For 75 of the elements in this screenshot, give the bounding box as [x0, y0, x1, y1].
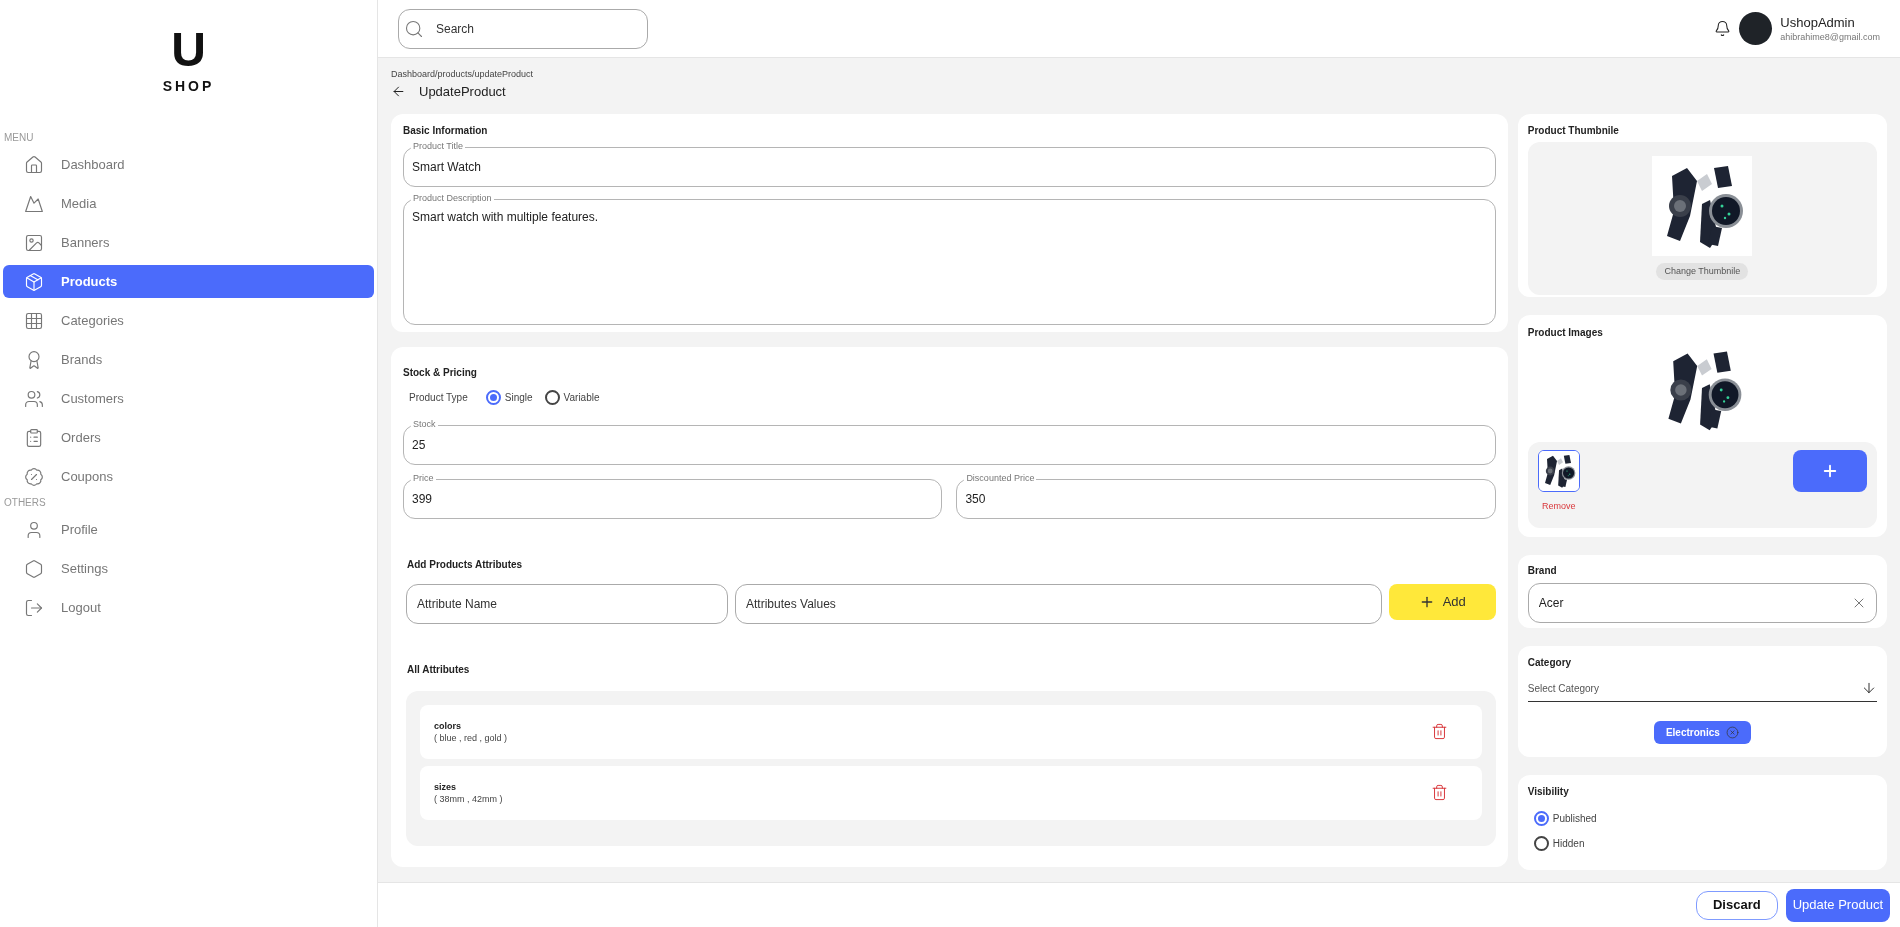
- logo-text: SHOP: [162, 77, 215, 96]
- mountain-icon: [24, 193, 44, 214]
- radio-button[interactable]: [1533, 835, 1549, 851]
- field-label: Discounted Price: [964, 471, 1037, 484]
- field-label: Stock: [411, 417, 438, 430]
- logout-icon: [24, 597, 44, 618]
- user-email: ahibrahime8@gmail.com: [1780, 30, 1880, 43]
- search-icon: [404, 18, 424, 39]
- user-name: UshopAdmin: [1780, 14, 1856, 31]
- section-title: Visibility: [1527, 784, 1570, 799]
- sidebar-item[interactable]: Brands: [3, 343, 374, 376]
- section-heading: OTHERS: [3, 496, 47, 510]
- grid-icon: [24, 310, 44, 331]
- attribute-values-field[interactable]: Attributes Values: [735, 583, 1382, 624]
- radio-button[interactable]: [1533, 810, 1549, 826]
- section-heading: MENU: [3, 131, 35, 145]
- update-product-button[interactable]: Update Product: [1785, 888, 1890, 922]
- notification-bell-icon[interactable]: [1714, 20, 1732, 37]
- radio-label: Hidden: [1552, 836, 1585, 851]
- sidebar-item[interactable]: Media: [3, 187, 374, 220]
- section-title: Stock & Pricing: [403, 365, 478, 380]
- sidebar-item[interactable]: Logout: [3, 591, 374, 624]
- change-thumbnail-button[interactable]: Change Thumbnile: [1656, 262, 1749, 280]
- delete-icon[interactable]: [1430, 723, 1448, 740]
- sidebar-item[interactable]: Orders: [3, 421, 374, 454]
- radio-label: Single: [504, 390, 533, 405]
- discard-button[interactable]: Discard: [1695, 890, 1778, 920]
- page-title: UpdateProduct: [419, 83, 506, 101]
- radio-label: Published: [1552, 811, 1597, 826]
- image-icon: [24, 232, 44, 253]
- avatar[interactable]: [1739, 12, 1773, 45]
- section-title: Basic Information: [403, 123, 489, 138]
- category-chip[interactable]: Electronics: [1653, 720, 1751, 744]
- sidebar-item[interactable]: Settings: [3, 552, 374, 585]
- image-thumbnail[interactable]: [1537, 449, 1580, 492]
- radio-button[interactable]: [485, 389, 501, 405]
- remove-link[interactable]: Remove: [1542, 499, 1576, 513]
- box-icon: [24, 271, 44, 292]
- brand-field[interactable]: Acer: [1527, 582, 1877, 623]
- sidebar-item[interactable]: Profile: [3, 513, 374, 546]
- attribute-name: sizes: [434, 780, 458, 793]
- section-title: Product Images: [1527, 325, 1604, 340]
- add-image-button[interactable]: [1793, 449, 1867, 492]
- clipboard-icon: [24, 427, 44, 448]
- attribute-name-field[interactable]: Attribute Name: [406, 583, 728, 624]
- users-icon: [24, 388, 44, 409]
- section-title: Category: [1527, 655, 1573, 670]
- house-icon: [24, 154, 44, 175]
- search-field[interactable]: Search: [398, 8, 648, 49]
- section-title: All Attributes: [407, 662, 471, 677]
- sidebar-item[interactable]: Banners: [3, 226, 374, 259]
- field-label: Product Title: [411, 139, 466, 152]
- sidebar-item[interactable]: Customers: [3, 382, 374, 415]
- radio-button[interactable]: [544, 389, 560, 405]
- category-select[interactable]: Select Category: [1527, 675, 1877, 702]
- percent-badge-icon: [24, 466, 44, 487]
- section-title: Add Products Attributes: [407, 557, 524, 572]
- breadcrumb: Dashboard/products/updateProduct: [391, 68, 535, 80]
- settings-icon: [24, 558, 44, 579]
- sidebar-item[interactable]: Coupons: [3, 460, 374, 493]
- add-button[interactable]: Add: [1388, 583, 1496, 620]
- sidebar-item[interactable]: Dashboard: [3, 148, 374, 181]
- attribute-name: colors: [434, 719, 462, 732]
- section-title: Product Thumbnile: [1527, 123, 1620, 138]
- field-label: Price: [411, 471, 436, 484]
- field-label: Product Description: [411, 191, 494, 204]
- radio-label: Variable: [563, 390, 600, 405]
- sidebar-item[interactable]: Products: [3, 265, 374, 298]
- attribute-values: ( 38mm , 42mm ): [434, 792, 503, 805]
- attribute-values: ( blue , red , gold ): [434, 731, 508, 744]
- delete-icon[interactable]: [1430, 784, 1448, 801]
- sidebar-item[interactable]: Categories: [3, 304, 374, 337]
- section-title: Brand: [1527, 563, 1558, 578]
- product-type-label: Product Type: [409, 390, 468, 405]
- logo-mark: U: [171, 28, 206, 72]
